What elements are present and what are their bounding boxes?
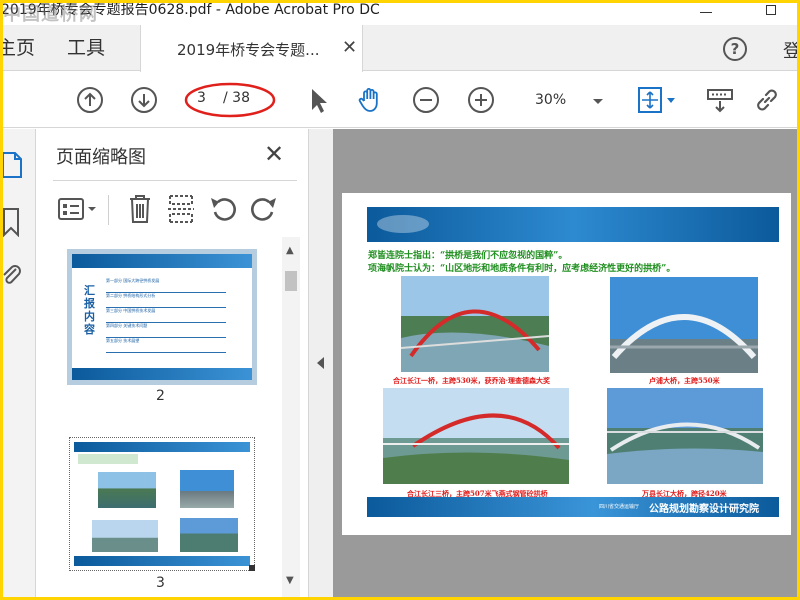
tab-tools[interactable]: 工具 — [67, 25, 105, 71]
slide-footer-band: 四川省交通运输厅 公路规划勘察设计研究院 — [367, 497, 779, 517]
bookmark-icon[interactable] — [3, 207, 21, 237]
slide: 郑皆连院士指出：“拱桥是我们不应忽视的国粹”。 项海帆院士认为：“山区地形和地质… — [367, 207, 779, 517]
minimize-button[interactable] — [700, 12, 712, 13]
zoom-value: 30% — [535, 92, 567, 108]
quote-line-2: 项海帆院士认为：“山区地形和地质条件有利时，应考虑经济性更好的拱桥”。 — [368, 264, 676, 274]
bridge-photo-hejiang-1 — [401, 276, 549, 372]
agenda-item: 第四部分 关键技术问题 — [106, 323, 226, 338]
tab-home[interactable]: 主页 — [3, 25, 35, 71]
slide-footer-band — [74, 556, 250, 566]
thumbnail-preview — [74, 442, 250, 566]
tab-document[interactable]: 2019年桥专会专题... ✕ — [140, 25, 363, 72]
pdf-page: 郑皆连院士指出：“拱桥是我们不应忽视的国粹”。 项海帆院士认为：“山区地形和地质… — [342, 193, 791, 535]
bridge-thumbnail-image — [180, 518, 238, 552]
bridge-photo-hejiang-3 — [383, 388, 569, 484]
total-pages: / 38 — [223, 90, 250, 106]
toolbar: 3 / 38 30% — [3, 72, 797, 128]
divider — [53, 180, 297, 181]
help-icon[interactable]: ? — [723, 37, 747, 61]
header-logo — [377, 215, 429, 233]
thumbnail-options-icon[interactable] — [57, 195, 99, 223]
fit-page-icon[interactable] — [637, 86, 677, 114]
panel-title: 页面缩略图 — [56, 147, 146, 168]
select-cursor-icon[interactable] — [304, 86, 332, 114]
next-page-icon[interactable] — [130, 86, 158, 114]
close-icon[interactable]: ✕ — [264, 140, 284, 168]
agenda-item: 第三部分 中国拱桥技术发展 — [106, 308, 226, 323]
agenda-list: 第一部分 国际大跨径拱桥发展 第二部分 拱桥结构形式分析 第三部分 中国拱桥技术… — [106, 278, 226, 353]
extract-page-icon[interactable] — [167, 193, 195, 225]
rotate-left-icon[interactable] — [208, 193, 238, 225]
bridge-thumbnail-image — [92, 520, 158, 552]
page-thumbnails-panel: 页面缩略图 ✕ 汇报内容 第一部分 国际大跨径拱桥发展 第二部分 拱桥结构形式分… — [36, 129, 308, 597]
chevron-down-icon — [593, 99, 603, 104]
caption-lupu: 卢浦大桥，主跨550米 — [649, 376, 720, 385]
vertical-title: 汇报内容 — [84, 284, 95, 336]
thumbnail-page-2[interactable]: 汇报内容 第一部分 国际大跨径拱桥发展 第二部分 拱桥结构形式分析 第三部分 中… — [67, 249, 257, 385]
panel-collapse-bar[interactable] — [308, 129, 333, 597]
scroll-down-icon[interactable]: ▼ — [286, 575, 294, 586]
zoom-out-icon[interactable] — [412, 86, 440, 114]
thumbnail-page-3[interactable] — [69, 437, 255, 571]
bridge-thumbnail-image — [98, 472, 156, 508]
slide-header-band — [367, 207, 779, 242]
document-view[interactable]: 郑皆连院士指出：“拱桥是我们不应忽视的国粹”。 项海帆院士认为：“山区地形和地质… — [333, 129, 797, 597]
slide-footer-band — [72, 368, 252, 380]
agenda-item: 第五部分 技术展望 — [106, 338, 226, 353]
scrollbar-thumb[interactable] — [285, 271, 297, 291]
footer-institute-name: 公路规划勘察设计研究院 — [649, 504, 759, 515]
agenda-item: 第二部分 拱桥结构形式分析 — [106, 293, 226, 308]
prev-page-icon[interactable] — [76, 86, 104, 114]
acrobat-window: 2019年桥专会专题报告0628.pdf - Adobe Acrobat Pro… — [3, 3, 797, 597]
quote-text-block — [78, 454, 138, 464]
bridge-thumbnail-image — [180, 470, 234, 508]
zoom-dropdown[interactable]: 30% — [527, 88, 609, 114]
thumbnail-page-label: 2 — [156, 388, 165, 404]
scroll-up-icon[interactable]: ▲ — [286, 245, 294, 256]
share-link-icon[interactable] — [753, 86, 781, 114]
bridge-photo-lupu — [610, 277, 758, 373]
attachment-icon[interactable] — [3, 261, 22, 289]
thumbnail-scrollbar[interactable]: ▲ ▼ — [282, 237, 300, 597]
agenda-item: 第一部分 国际大跨径拱桥发展 — [106, 278, 226, 293]
page-thumbnails-icon[interactable] — [3, 151, 23, 179]
title-bar: 2019年桥专会专题报告0628.pdf - Adobe Acrobat Pro… — [3, 3, 797, 25]
page-number-field[interactable]: 3 / 38 — [189, 87, 269, 113]
caption-hejiang-1: 合江长江一桥，主跨530米，获乔治·理查德森大奖 — [393, 376, 551, 385]
rotate-right-icon[interactable] — [249, 193, 279, 225]
footer-logo-text: 四川省交通运输厅 — [599, 504, 640, 510]
navigation-rail — [3, 129, 36, 597]
toolbar-divider — [108, 195, 109, 225]
slide-header-band — [72, 254, 252, 268]
slide-header-band — [74, 442, 250, 452]
delete-icon[interactable] — [127, 193, 153, 225]
hand-tool-icon[interactable] — [356, 86, 384, 114]
tab-bar: 主页 工具 2019年桥专会专题... ✕ ? 登 — [3, 25, 797, 72]
thumbnail-preview: 汇报内容 第一部分 国际大跨径拱桥发展 第二部分 拱桥结构形式分析 第三部分 中… — [72, 254, 252, 380]
thumbnail-page-label: 3 — [156, 575, 165, 591]
maximize-button[interactable] — [766, 5, 776, 15]
zoom-in-icon[interactable] — [467, 86, 495, 114]
quote-line-1: 郑皆连院士指出：“拱桥是我们不应忽视的国粹”。 — [368, 251, 568, 261]
document-tab-label: 2019年桥专会专题... — [177, 41, 320, 59]
current-page-input[interactable]: 3 — [197, 90, 206, 106]
bridge-photo-wanxian — [607, 388, 763, 484]
watermark: 中国道桥网 — [3, 4, 98, 25]
sign-in-link[interactable]: 登 — [783, 37, 797, 63]
read-mode-icon[interactable] — [706, 86, 734, 114]
close-tab-icon[interactable]: ✕ — [342, 37, 357, 58]
resize-handle[interactable] — [249, 565, 255, 571]
collapse-panel-icon[interactable] — [317, 357, 324, 369]
thumbnail-toolbar — [53, 189, 297, 229]
